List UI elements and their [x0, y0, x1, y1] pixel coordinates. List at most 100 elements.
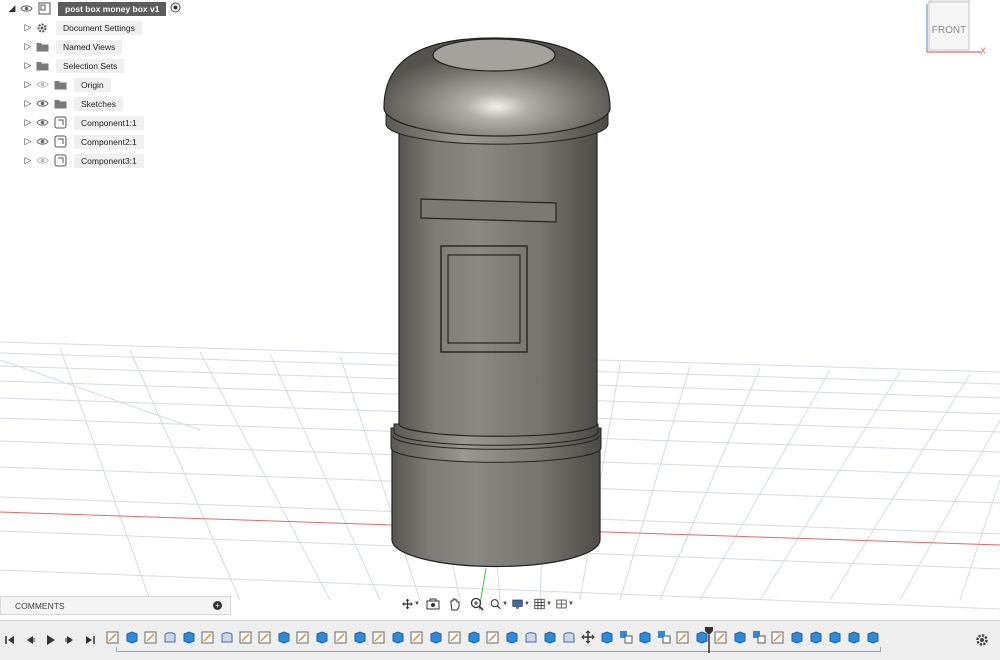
activate-radio-icon[interactable]: [170, 2, 181, 15]
viewports-icon[interactable]: ▼: [556, 596, 574, 612]
eye-icon[interactable]: [34, 136, 50, 148]
timeline-sketch-icon[interactable]: [334, 630, 348, 644]
timeline-revolve-icon[interactable]: [220, 630, 234, 644]
timeline-extrude-icon[interactable]: [391, 630, 405, 644]
timeline-revolve-icon[interactable]: [562, 630, 576, 644]
timeline-extrude-icon[interactable]: [866, 630, 880, 644]
step-forward-icon[interactable]: [62, 632, 78, 648]
expand-triangle-icon[interactable]: ▷: [22, 79, 34, 91]
timeline-extrude-icon[interactable]: [828, 630, 842, 644]
timeline-sketch-icon[interactable]: [486, 630, 500, 644]
timeline-sketch-icon[interactable]: [201, 630, 215, 644]
timeline-settings-gear-icon[interactable]: [973, 631, 991, 649]
timeline-sketch-icon[interactable]: [771, 630, 785, 644]
timeline-sketch-icon[interactable]: [258, 630, 272, 644]
comments-label: COMMENTS: [15, 600, 65, 611]
timeline-extrude-icon[interactable]: [638, 630, 652, 644]
timeline-sketch-icon[interactable]: [448, 630, 462, 644]
eye-icon[interactable]: [34, 155, 50, 167]
browser-item-component3[interactable]: ▷ Component3:1: [22, 152, 144, 169]
timeline-group-bracket: [116, 647, 881, 652]
orbit-icon[interactable]: ▼: [402, 596, 420, 612]
timeline-extrude-icon[interactable]: [315, 630, 329, 644]
zoom-icon[interactable]: [468, 596, 486, 612]
skip-to-end-icon[interactable]: [82, 632, 98, 648]
timeline-extrude-icon[interactable]: [600, 630, 614, 644]
timeline-bar: [0, 620, 1000, 660]
browser-item-label: Origin: [74, 77, 111, 92]
timeline-extrude-icon[interactable]: [733, 630, 747, 644]
browser-item-label: Document Settings: [56, 20, 142, 35]
browser-item-selection-sets[interactable]: ▷ Selection Sets: [22, 57, 125, 74]
expand-triangle-icon[interactable]: ▷: [22, 41, 34, 53]
canvas-viewport[interactable]: [0, 0, 1000, 620]
playback-controls: [2, 632, 98, 648]
skip-to-start-icon[interactable]: [2, 632, 18, 648]
timeline-extrude-icon[interactable]: [505, 630, 519, 644]
timeline-sketch-icon[interactable]: [239, 630, 253, 644]
expand-triangle-icon[interactable]: ▷: [22, 155, 34, 167]
timeline-sketch-icon[interactable]: [144, 630, 158, 644]
grid-icon[interactable]: ▼: [534, 596, 552, 612]
play-icon[interactable]: [42, 632, 58, 648]
eye-icon[interactable]: [34, 79, 50, 91]
expand-triangle-icon[interactable]: ▷: [22, 136, 34, 148]
browser-item-label: Selection Sets: [56, 58, 125, 73]
browser-root-row[interactable]: ◢ post box money box v1: [6, 0, 181, 17]
timeline-sketch-icon[interactable]: [410, 630, 424, 644]
browser-item-label: Component3:1: [74, 153, 144, 168]
expand-triangle-icon[interactable]: ▷: [22, 60, 34, 72]
eye-icon[interactable]: [18, 3, 34, 15]
timeline-joint-icon[interactable]: [619, 630, 633, 644]
eye-icon[interactable]: [34, 98, 50, 110]
browser-item-component2[interactable]: ▷ Component2:1: [22, 133, 144, 150]
browser-item-component1[interactable]: ▷ Component1:1: [22, 114, 144, 131]
document-title[interactable]: post box money box v1: [58, 1, 167, 16]
navigation-toolbar: ▼ ▼ ▼ ▼ ▼: [402, 595, 574, 613]
timeline-sketch-icon[interactable]: [714, 630, 728, 644]
timeline-revolve-icon[interactable]: [524, 630, 538, 644]
timeline-marker[interactable]: [705, 627, 713, 653]
expand-triangle-icon[interactable]: ▷: [22, 22, 34, 34]
timeline-extrude-icon[interactable]: [353, 630, 367, 644]
timeline-extrude-icon[interactable]: [809, 630, 823, 644]
timeline-sketch-icon[interactable]: [676, 630, 690, 644]
timeline-sketch-icon[interactable]: [106, 630, 120, 644]
expand-triangle-icon[interactable]: ▷: [22, 117, 34, 129]
timeline-extrude-icon[interactable]: [277, 630, 291, 644]
expand-triangle-icon[interactable]: ▷: [22, 98, 34, 110]
post-box-model[interactable]: [381, 37, 611, 568]
pan-icon[interactable]: [446, 596, 464, 612]
add-comment-icon[interactable]: +: [213, 601, 222, 610]
timeline-extrude-icon[interactable]: [125, 630, 139, 644]
timeline-extrude-icon[interactable]: [429, 630, 443, 644]
browser-item-label: Sketches: [74, 96, 123, 111]
display-settings-icon[interactable]: ▼: [512, 596, 530, 612]
browser-item-sketches[interactable]: ▷ Sketches: [22, 95, 123, 112]
view-cube-face[interactable]: FRONT: [932, 25, 966, 36]
model-canvas[interactable]: [0, 0, 1000, 620]
browser-item-label: Component2:1: [74, 134, 144, 149]
browser-item-document-settings[interactable]: ▷ Document Settings: [22, 19, 142, 36]
look-at-icon[interactable]: [424, 596, 442, 612]
timeline-extrude-icon[interactable]: [790, 630, 804, 644]
timeline-joint-icon[interactable]: [657, 630, 671, 644]
view-cube[interactable]: FRONT X: [925, 0, 995, 60]
collapse-triangle-icon[interactable]: ◢: [6, 3, 18, 15]
eye-icon[interactable]: [34, 117, 50, 129]
timeline-extrude-icon[interactable]: [847, 630, 861, 644]
browser-item-named-views[interactable]: ▷ Named Views: [22, 38, 123, 55]
fit-icon[interactable]: ▼: [490, 596, 508, 612]
timeline-extrude-icon[interactable]: [467, 630, 481, 644]
gear-icon: [34, 21, 50, 35]
timeline-extrude-icon[interactable]: [182, 630, 196, 644]
timeline-revolve-icon[interactable]: [163, 630, 177, 644]
timeline-sketch-icon[interactable]: [296, 630, 310, 644]
comments-panel[interactable]: COMMENTS +: [0, 596, 231, 615]
step-back-icon[interactable]: [22, 632, 38, 648]
timeline-move-icon[interactable]: [581, 630, 595, 644]
timeline-sketch-icon[interactable]: [372, 630, 386, 644]
timeline-extrude-icon[interactable]: [543, 630, 557, 644]
timeline-joint-icon[interactable]: [752, 630, 766, 644]
browser-item-origin[interactable]: ▷ Origin: [22, 76, 111, 93]
